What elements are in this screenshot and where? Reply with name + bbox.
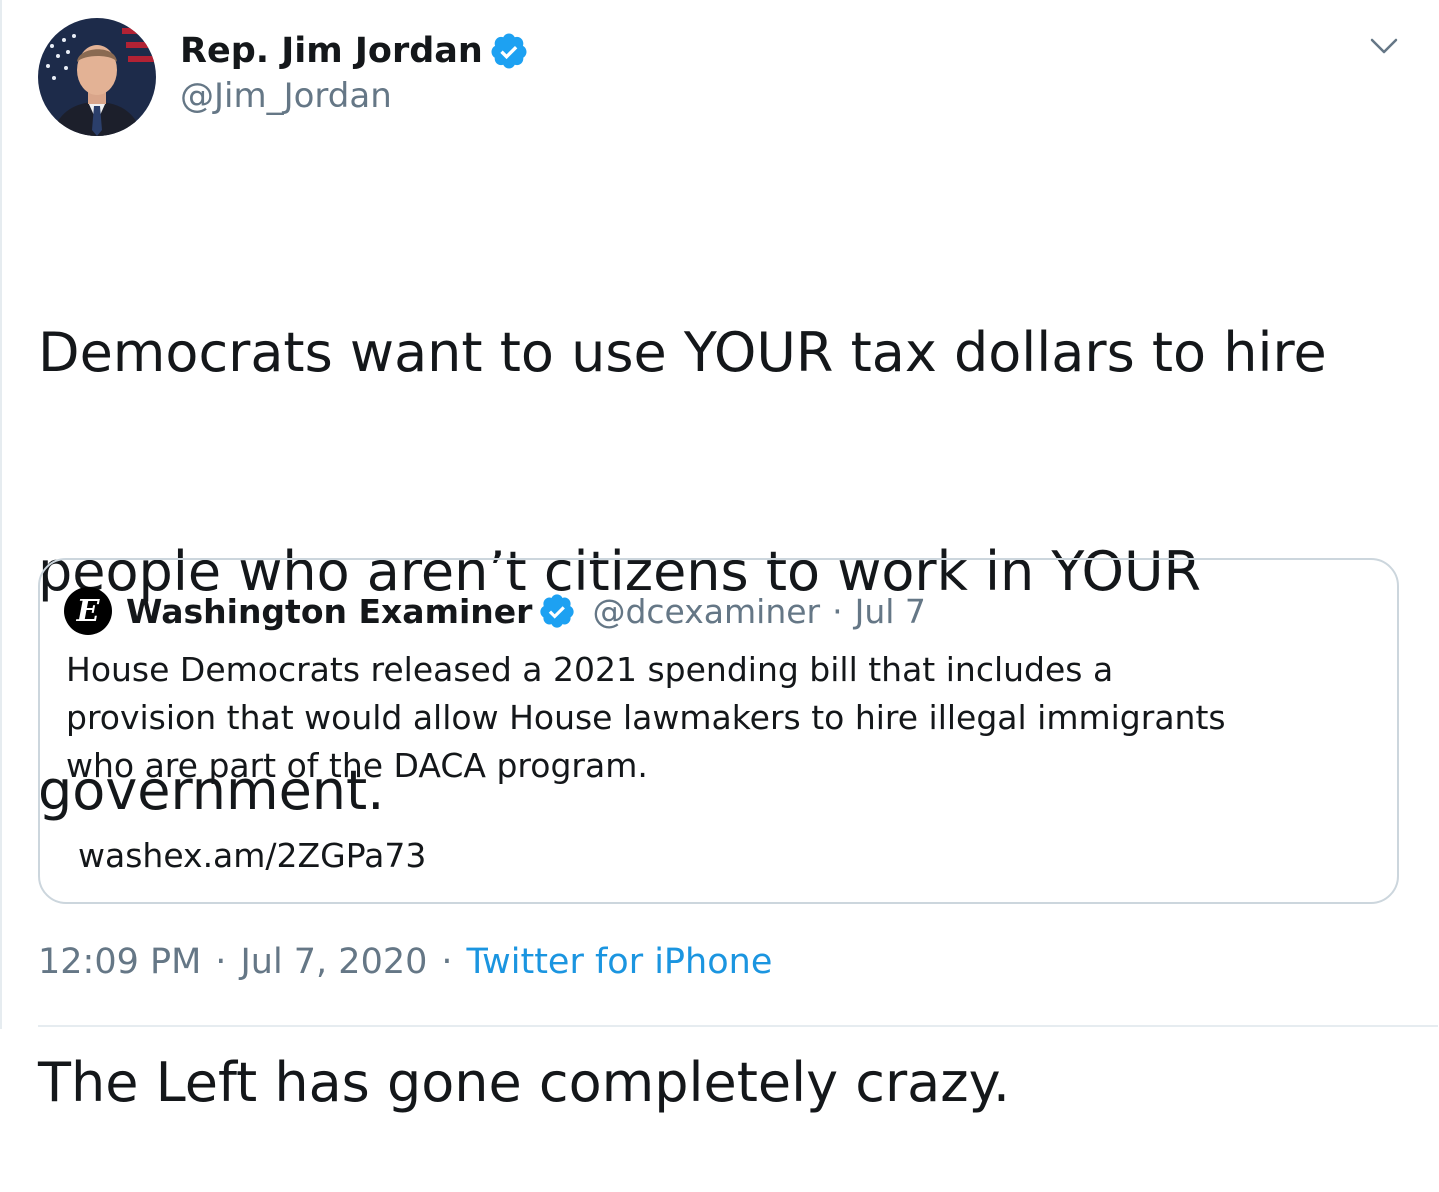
quoted-tweet-text-line: provision that would allow House lawmake… (66, 698, 1226, 737)
tweet-date[interactable]: Jul 7, 2020 (240, 942, 427, 982)
quoted-author-name: Washington Examiner (126, 591, 533, 631)
tweet-source-link[interactable]: Twitter for iPhone (467, 942, 773, 982)
tweet-text-line: Democrats want to use YOUR tax dollars t… (38, 321, 1327, 384)
quoted-tweet-header: E Washington Examiner @dcexaminer · Jul … (64, 586, 926, 636)
quoted-tweet-text: House Democrats released a 2021 spending… (66, 646, 1366, 790)
left-border (0, 0, 2, 1029)
tweet-text-line: The Left has gone completely crazy. (38, 1051, 1010, 1114)
quoted-tweet-link: washex.am/2ZGPa73 (78, 836, 427, 875)
quoted-tweet-text-line: who are part of the DACA program. (66, 746, 648, 785)
chevron-down-icon[interactable] (1366, 32, 1402, 60)
author-name-row: Rep. Jim Jordan (180, 26, 529, 76)
verified-badge-icon (538, 592, 576, 630)
author-display-name[interactable]: Rep. Jim Jordan (180, 31, 483, 71)
author-handle[interactable]: @Jim_Jordan (180, 76, 392, 116)
quoted-tweet-date: Jul 7 (854, 591, 926, 631)
quoted-tweet-card[interactable]: E Washington Examiner @dcexaminer · Jul … (38, 558, 1399, 904)
separator-dot: · (832, 591, 843, 631)
separator-dot: · (215, 942, 227, 982)
quoted-author-handle: @dcexaminer (592, 591, 821, 631)
separator-dot: · (441, 942, 453, 982)
quoted-author-avatar: E (64, 587, 112, 635)
tweet-meta: 12:09 PM · Jul 7, 2020 · Twitter for iPh… (38, 942, 772, 982)
quoted-tweet-text-line: House Democrats released a 2021 spending… (66, 650, 1114, 689)
author-avatar[interactable] (38, 18, 156, 136)
bottom-divider (38, 1025, 1438, 1027)
verified-badge-icon (489, 31, 529, 71)
tweet-time[interactable]: 12:09 PM (38, 942, 201, 982)
